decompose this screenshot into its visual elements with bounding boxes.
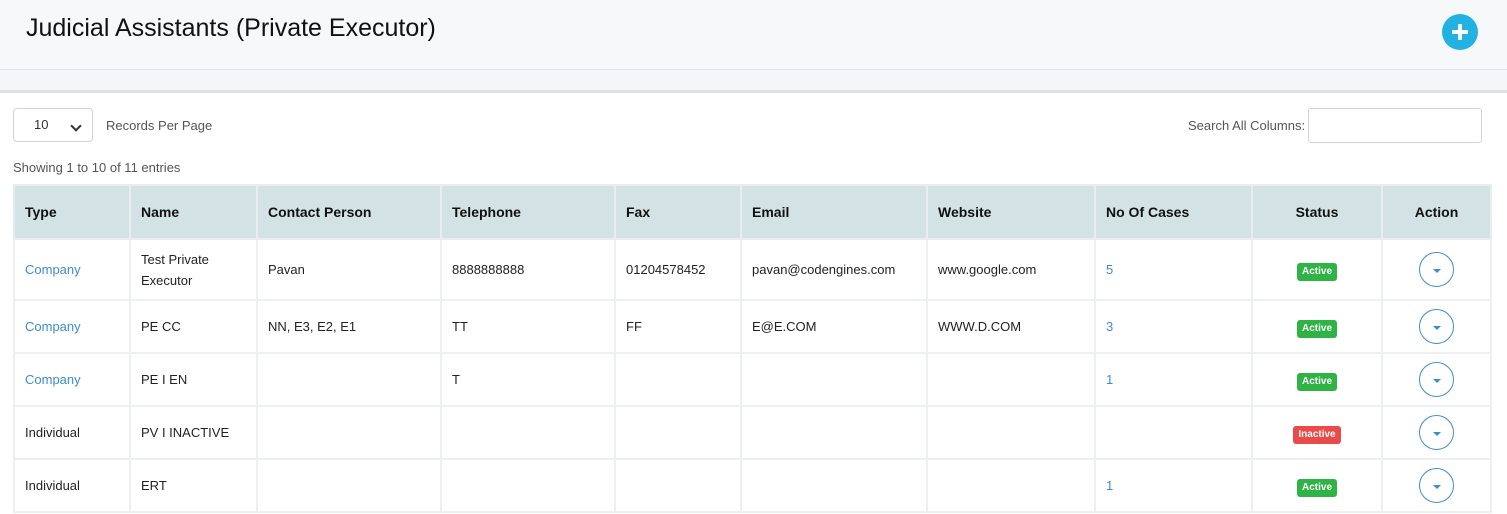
telephone-cell: 8888888888 (440, 238, 616, 301)
column-header-telephone[interactable]: Telephone (440, 184, 616, 240)
entries-info: Showing 1 to 10 of 11 entries (13, 160, 181, 175)
contact-person-cell (256, 405, 442, 460)
fax-cell (614, 405, 742, 460)
column-header-email[interactable]: Email (740, 184, 928, 240)
search-label: Search All Columns: (1188, 118, 1306, 133)
action-dropdown-button[interactable] (1419, 415, 1454, 450)
type-link[interactable]: Company (25, 262, 81, 277)
name-cell: PE I EN (129, 352, 258, 407)
column-header-fax[interactable]: Fax (614, 184, 742, 240)
website-cell: www.google.com (926, 238, 1096, 301)
table-row: Company PE I EN T 1 Active (13, 352, 1492, 407)
action-dropdown-button[interactable] (1419, 309, 1454, 344)
cases-link[interactable]: 5 (1106, 262, 1113, 277)
records-per-page-label: Records Per Page (106, 118, 213, 133)
table-row: Company PE CC NN, E3, E2, E1 TT FF E@E.C… (13, 299, 1492, 354)
status-badge: Active (1296, 319, 1337, 338)
telephone-cell: TT (440, 299, 616, 354)
website-cell (926, 405, 1096, 460)
status-badge: Inactive (1293, 425, 1341, 444)
table-row: Individual ERT 1 Active (13, 458, 1492, 513)
name-cell: PE CC (129, 299, 258, 354)
action-dropdown-button[interactable] (1419, 252, 1454, 287)
email-cell (740, 458, 928, 513)
email-cell (740, 352, 928, 407)
fax-cell (614, 352, 742, 407)
table-row: Company Test Private Executor Pavan 8888… (13, 238, 1492, 301)
type-cell: Individual (13, 458, 131, 513)
chevron-down-icon (70, 120, 82, 132)
search-input[interactable] (1308, 108, 1482, 143)
telephone-cell (440, 458, 616, 513)
fax-cell: 01204578452 (614, 238, 742, 301)
table-header-row: Type Name Contact Person Telephone Fax E… (13, 184, 1492, 240)
name-cell: Test Private Executor (129, 238, 258, 301)
contact-person-cell: Pavan (256, 238, 442, 301)
column-header-action: Action (1381, 184, 1492, 240)
telephone-cell (440, 405, 616, 460)
website-cell (926, 458, 1096, 513)
website-cell (926, 352, 1096, 407)
header-divider (0, 70, 1507, 93)
plus-circle-icon[interactable] (1442, 14, 1478, 50)
action-dropdown-button[interactable] (1419, 468, 1454, 503)
column-header-contact-person[interactable]: Contact Person (256, 184, 442, 240)
column-header-website[interactable]: Website (926, 184, 1096, 240)
records-per-page-value: 10 (34, 117, 49, 132)
executors-table: Type Name Contact Person Telephone Fax E… (13, 184, 1492, 513)
action-dropdown-button[interactable] (1419, 362, 1454, 397)
column-header-no-of-cases[interactable]: No Of Cases (1094, 184, 1253, 240)
email-cell (740, 405, 928, 460)
cases-link[interactable]: 3 (1106, 319, 1113, 334)
page-title: Judicial Assistants (Private Executor) (26, 14, 436, 42)
contact-person-cell: NN, E3, E2, E1 (256, 299, 442, 354)
column-header-status[interactable]: Status (1251, 184, 1383, 240)
telephone-cell: T (440, 352, 616, 407)
email-cell: E@E.COM (740, 299, 928, 354)
name-cell: ERT (129, 458, 258, 513)
records-per-page-select[interactable]: 10 (13, 108, 93, 142)
status-badge: Active (1296, 478, 1337, 497)
contact-person-cell (256, 458, 442, 513)
fax-cell (614, 458, 742, 513)
cases-link[interactable]: 1 (1106, 372, 1113, 387)
table-row: Individual PV I INACTIVE Inactive (13, 405, 1492, 460)
column-header-name[interactable]: Name (129, 184, 258, 240)
fax-cell: FF (614, 299, 742, 354)
status-badge: Active (1296, 262, 1337, 281)
name-cell: PV I INACTIVE (129, 405, 258, 460)
status-badge: Active (1296, 372, 1337, 391)
email-cell: pavan@codengines.com (740, 238, 928, 301)
type-cell: Individual (13, 405, 131, 460)
page-header: Judicial Assistants (Private Executor) (0, 0, 1507, 70)
website-cell: WWW.D.COM (926, 299, 1096, 354)
type-link[interactable]: Company (25, 319, 81, 334)
contact-person-cell (256, 352, 442, 407)
column-header-type[interactable]: Type (13, 184, 131, 240)
type-link[interactable]: Company (25, 372, 81, 387)
cases-link[interactable]: 1 (1106, 478, 1113, 493)
